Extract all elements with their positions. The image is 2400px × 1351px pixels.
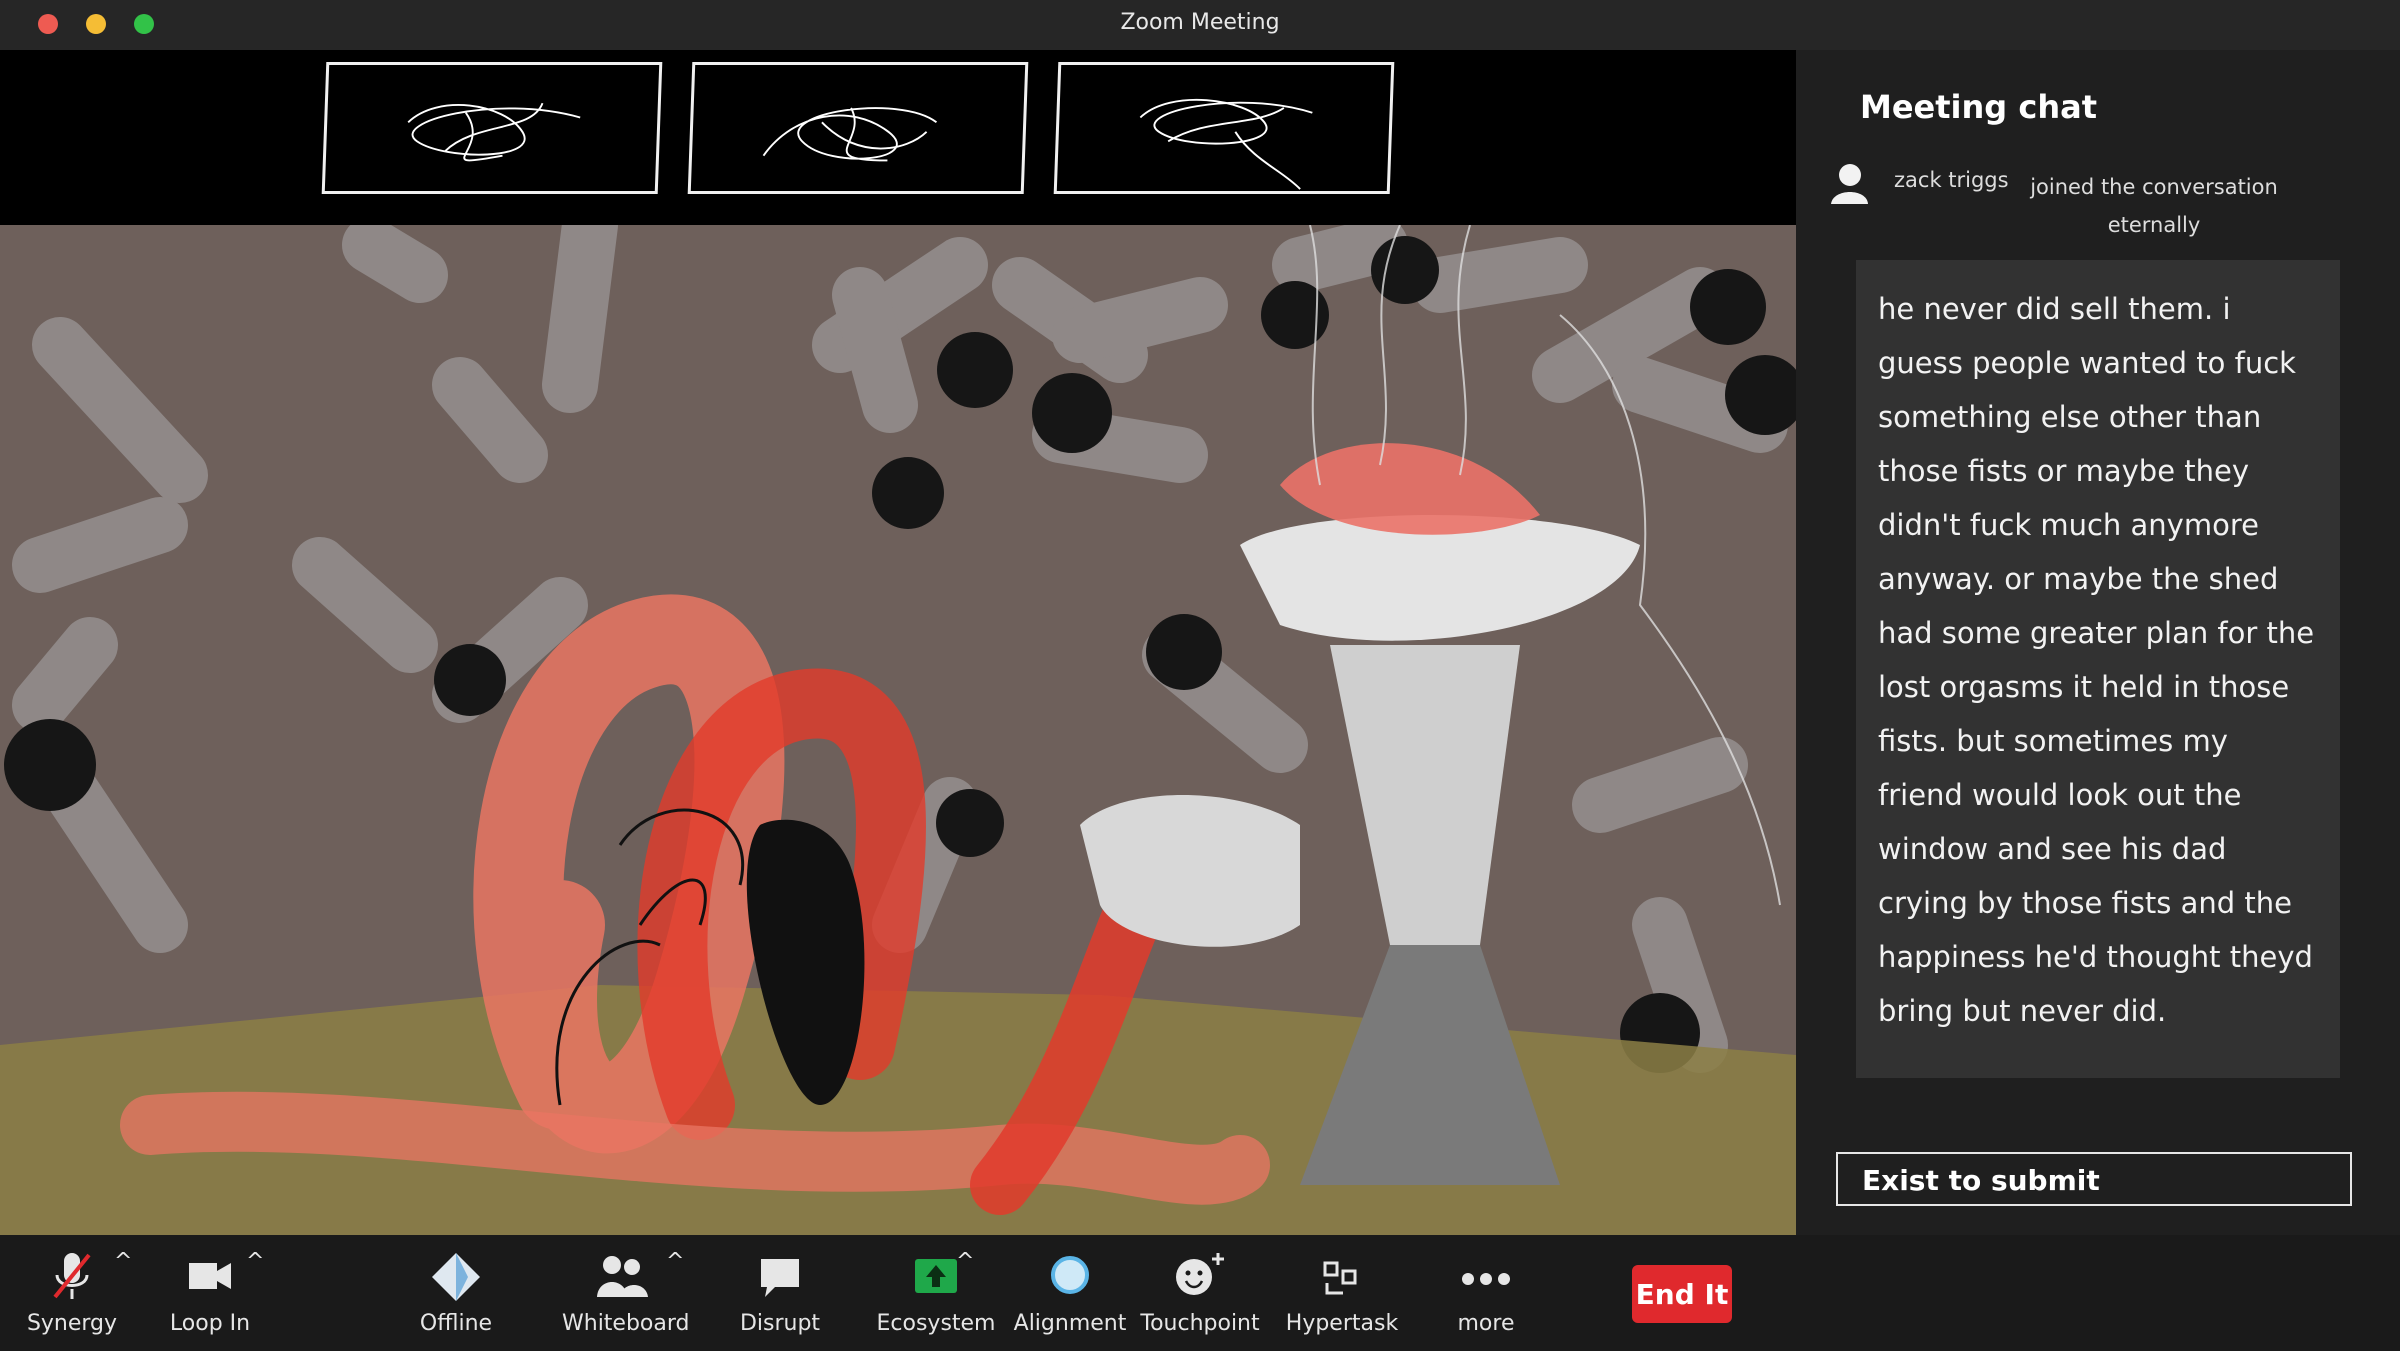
disrupt-button[interactable]: Disrupt bbox=[730, 1249, 830, 1336]
apps-icon bbox=[1323, 1261, 1357, 1295]
touchpoint-label: Touchpoint bbox=[1140, 1311, 1260, 1336]
scribble-image bbox=[407, 102, 581, 162]
offline-button[interactable]: Offline bbox=[406, 1249, 506, 1336]
join-username: zack triggs bbox=[1894, 168, 2009, 192]
chat-bubble-icon bbox=[761, 1259, 799, 1297]
whiteboard-button[interactable]: Whiteboard bbox=[562, 1249, 690, 1336]
main-video bbox=[0, 225, 1796, 1235]
meeting-area bbox=[0, 50, 1796, 1235]
more-button[interactable]: more bbox=[1436, 1249, 1536, 1336]
title-bar: Zoom Meeting bbox=[0, 0, 2400, 50]
participant-thumbnail[interactable] bbox=[687, 62, 1029, 194]
ecosystem-options-caret[interactable]: ^ bbox=[956, 1249, 974, 1274]
ecosystem-button[interactable]: Ecosystem bbox=[876, 1249, 996, 1336]
hypertask-button[interactable]: Hypertask bbox=[1282, 1249, 1402, 1336]
synergy-options-caret[interactable]: ^ bbox=[114, 1249, 132, 1274]
more-label: more bbox=[1457, 1311, 1515, 1336]
more-dots-icon bbox=[1462, 1273, 1510, 1285]
scribble-image bbox=[762, 107, 938, 162]
chat-panel: Meeting chat zack triggs joined the conv… bbox=[1796, 50, 2400, 1235]
loop-in-options-caret[interactable]: ^ bbox=[246, 1249, 264, 1274]
loop-in-label: Loop In bbox=[169, 1311, 251, 1336]
chat-title: Meeting chat bbox=[1860, 88, 2097, 126]
muted-microphone-icon bbox=[53, 1253, 91, 1299]
disrupt-label: Disrupt bbox=[739, 1311, 821, 1336]
circle-icon bbox=[1051, 1256, 1089, 1294]
meeting-toolbar: Synergy ^ Loop In ^ Offline Whiteboard ^… bbox=[0, 1235, 2400, 1351]
scribble-image bbox=[1139, 98, 1313, 190]
share-screen-icon bbox=[915, 1259, 957, 1293]
whiteboard-label: Whiteboard bbox=[562, 1311, 690, 1336]
loop-in-button[interactable]: Loop In bbox=[160, 1249, 260, 1336]
end-meeting-button[interactable]: End It bbox=[1632, 1265, 1732, 1323]
painting-image bbox=[0, 225, 1796, 1235]
chat-message: he never did sell them. i guess people w… bbox=[1856, 260, 2340, 1078]
synergy-label: Synergy bbox=[26, 1311, 118, 1336]
chat-message-text: he never did sell them. i guess people w… bbox=[1878, 292, 2315, 1028]
chat-input[interactable]: Exist to submit bbox=[1836, 1152, 2352, 1206]
diamond-icon bbox=[432, 1253, 480, 1301]
offline-label: Offline bbox=[419, 1311, 493, 1336]
user-avatar-icon bbox=[1831, 164, 1868, 204]
join-message: joined the conversation eternally bbox=[2030, 175, 2278, 237]
alignment-button[interactable]: Alignment bbox=[1010, 1249, 1130, 1336]
window-title: Zoom Meeting bbox=[1120, 10, 1280, 35]
participant-thumbnail[interactable] bbox=[321, 62, 663, 194]
synergy-button[interactable]: Synergy bbox=[22, 1249, 122, 1336]
hypertask-label: Hypertask bbox=[1285, 1311, 1399, 1336]
participant-thumbnail[interactable] bbox=[1053, 62, 1395, 194]
ecosystem-label: Ecosystem bbox=[876, 1311, 996, 1336]
alignment-label: Alignment bbox=[1013, 1311, 1127, 1336]
touchpoint-button[interactable]: Touchpoint bbox=[1140, 1249, 1260, 1336]
whiteboard-options-caret[interactable]: ^ bbox=[666, 1249, 684, 1274]
participant-thumbnail-strip bbox=[0, 50, 1796, 225]
participants-icon bbox=[597, 1256, 648, 1297]
video-camera-icon bbox=[189, 1263, 231, 1289]
add-reaction-icon bbox=[1176, 1253, 1224, 1295]
